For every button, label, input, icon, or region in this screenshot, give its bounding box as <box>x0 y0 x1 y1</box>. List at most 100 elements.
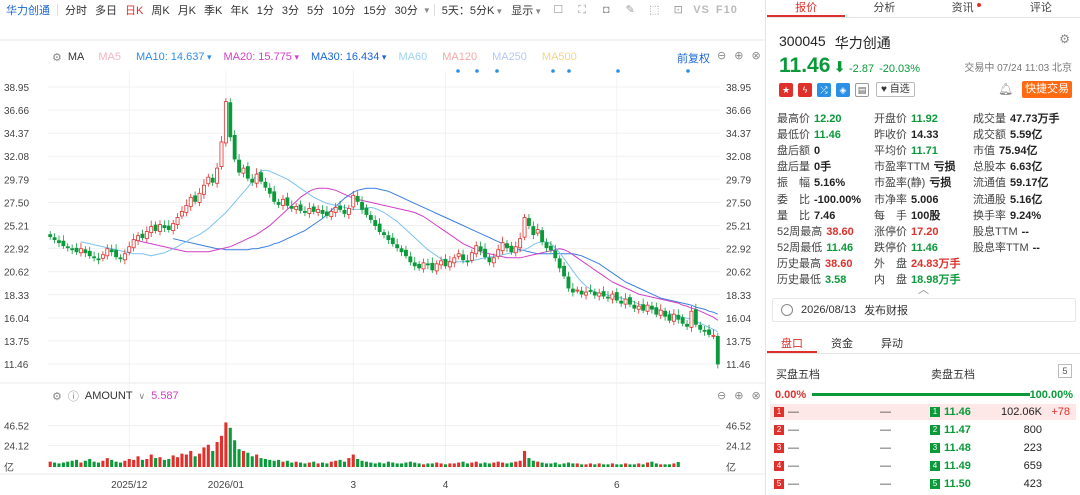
ma-legend-item[interactable]: MA10: 14.637 ▾ <box>136 51 211 63</box>
minus-icon[interactable]: ⊖ <box>717 389 726 402</box>
heart-icon: ♥ <box>881 84 887 95</box>
amount-bar <box>132 459 136 467</box>
bell-icon[interactable]: 🔔︎ <box>998 82 1013 96</box>
y-tick-label-right: 29.79 <box>726 175 751 186</box>
candle-body <box>680 317 685 324</box>
amount-bar <box>369 462 373 467</box>
amount-bar <box>206 444 210 467</box>
quick-trade-button[interactable]: 快捷交易 <box>1022 81 1072 98</box>
quote-tab[interactable]: 报价 <box>767 0 846 17</box>
amount-bar <box>233 440 237 467</box>
document-icon[interactable]: ▤ <box>855 82 869 97</box>
amount-bar <box>224 422 228 467</box>
amount-bar <box>263 458 267 467</box>
amount-bar <box>457 462 461 467</box>
candle-body <box>171 223 176 231</box>
candle-body <box>658 309 663 316</box>
amount-bar <box>523 450 527 467</box>
close-icon[interactable]: ⊗ <box>751 389 760 402</box>
add-watchlist-button[interactable]: ♥ 自选 <box>876 82 915 97</box>
amount-bar <box>531 460 535 467</box>
candle-body <box>570 288 575 293</box>
buy-volume: — <box>880 460 891 472</box>
close-icon[interactable]: ⊗ <box>751 49 760 62</box>
candle-body <box>527 218 531 226</box>
bolt-icon[interactable]: ϟ <box>798 82 812 97</box>
y-tick-label-left: 13.75 <box>4 337 29 348</box>
amount-bar <box>329 461 333 467</box>
orderbook-row[interactable]: 3 — — 3 11.48 223 <box>770 440 1076 456</box>
amount-bar <box>659 464 663 467</box>
amount-info-icon[interactable]: ⓘ <box>68 388 79 404</box>
candle-body <box>166 225 171 230</box>
y-tick-label-left: 22.92 <box>4 245 29 256</box>
ma-legend-item[interactable]: MA250 <box>492 51 530 63</box>
amount-bar <box>246 452 250 467</box>
kline-chart[interactable]: 38.95 38.95 36.66 36.66 34.37 34.37 32.08 32.08… <box>0 0 766 495</box>
candle-body <box>491 257 496 264</box>
candle-body <box>289 206 294 209</box>
orderbook-row[interactable]: 1 — — 1 11.46 102.06K +78 <box>770 404 1076 420</box>
adjust-mode-button[interactable]: 前复权 <box>677 50 710 66</box>
candle-body <box>579 290 584 295</box>
orderbook-tab[interactable]: 资金 <box>817 334 867 353</box>
amount-tick-right: 46.52 <box>726 422 751 433</box>
orderbook-tab[interactable]: 盘口 <box>767 334 817 353</box>
quote-tab[interactable]: 分析 <box>845 0 923 17</box>
chevron-down-icon[interactable]: ∨ <box>139 391 146 402</box>
chevron-down-icon: ▾ <box>379 52 387 62</box>
sell-delta: +78 <box>1051 406 1070 418</box>
quote-tab[interactable]: 资讯 <box>924 0 1002 17</box>
candle-body <box>175 217 180 225</box>
y-tick-label-left: 29.79 <box>4 175 29 186</box>
candle-body <box>654 307 659 315</box>
amount-bar <box>400 463 404 467</box>
orderbook-tab[interactable]: 异动 <box>867 334 917 353</box>
ma-legend-item[interactable]: MA120 <box>442 51 480 63</box>
tag-icon[interactable]: ◈ <box>836 82 850 97</box>
amount-bar <box>417 463 421 467</box>
ma-settings-icon[interactable]: ⚙ <box>52 51 62 64</box>
book-level-buy: 5 <box>774 479 784 489</box>
buy-pct: 0.00% <box>775 389 807 401</box>
candle-body <box>522 217 527 238</box>
ma-legend-item[interactable]: MA30: 16.434 ▾ <box>311 51 386 63</box>
candle-body <box>70 248 75 251</box>
amount-settings-icon[interactable]: ⚙ <box>52 390 62 403</box>
candle-body <box>390 237 395 245</box>
amount-bar <box>544 463 549 467</box>
ma-legend-item[interactable]: MA500 <box>542 51 580 63</box>
amount-bar <box>189 450 193 467</box>
orderbook-row[interactable]: 4 — — 4 11.49 659 <box>770 458 1076 474</box>
candle-body <box>140 233 145 239</box>
shuffle-icon[interactable]: ⤮ <box>817 82 831 97</box>
candle-body <box>201 184 206 195</box>
ma-legend-item[interactable]: MA5 <box>98 51 124 63</box>
five-levels-toggle[interactable]: 5 <box>1058 364 1072 378</box>
amount-bar <box>610 463 614 467</box>
amount-legend: ⚙ ⓘ AMOUNT ∨ 5.587 <box>52 389 179 403</box>
amount-bar <box>558 464 562 467</box>
amount-bar <box>645 462 650 467</box>
report-notice[interactable]: 2026/08/13 发布财报 <box>772 298 1076 322</box>
minus-icon[interactable]: ⊖ <box>717 49 726 62</box>
ma-legend-item[interactable]: MA60 <box>398 51 430 63</box>
amount-bar <box>53 462 57 467</box>
candle-body <box>149 226 154 234</box>
plus-icon[interactable]: ⊕ <box>734 389 743 402</box>
orderbook-row[interactable]: 5 — — 5 11.50 423 <box>770 476 1076 492</box>
amount-bar <box>48 461 52 467</box>
orderbook-row[interactable]: 2 — — 2 11.47 800 <box>770 422 1076 438</box>
candle-body <box>316 209 321 213</box>
plus-icon[interactable]: ⊕ <box>734 49 743 62</box>
y-tick-label-right: 25.21 <box>726 221 751 232</box>
collapse-icon[interactable]: ︿ <box>918 281 929 297</box>
event-marker <box>616 69 620 73</box>
ma-legend-item[interactable]: MA20: 15.775 ▾ <box>223 51 298 63</box>
candle-body <box>632 304 637 309</box>
settings-icon[interactable]: ⚙ <box>1059 32 1070 46</box>
sell-volume: 102.06K <box>1001 406 1042 418</box>
candle-body <box>461 254 465 261</box>
amount-bar <box>149 454 153 467</box>
quote-tab[interactable]: 评论 <box>1002 0 1080 17</box>
